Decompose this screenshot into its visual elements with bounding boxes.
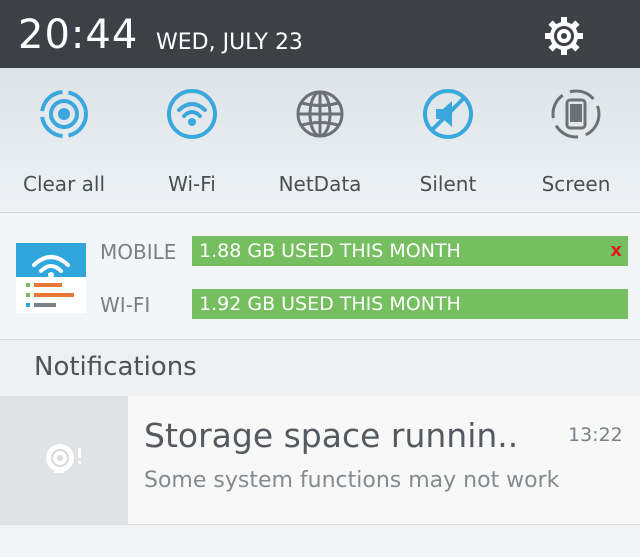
storage-warning-icon	[36, 436, 88, 480]
notification-icon-area	[0, 396, 128, 524]
panel-bottom	[0, 525, 640, 557]
wifi-usage-text: 1.92 GB USED THIS MONTH	[199, 293, 461, 315]
screen-rotate-icon	[550, 88, 602, 140]
wifi-toggle[interactable]: Wi-Fi	[128, 82, 256, 202]
data-usage-widget[interactable]: MOBILE 1.88 GB USED THIS MONTH x WI-FI 1…	[0, 213, 640, 340]
quick-settings-panel: Clear all Wi-Fi NetData Silent Screen	[0, 68, 640, 213]
close-icon[interactable]: x	[610, 236, 622, 266]
screen-rotation-toggle[interactable]: Screen	[512, 82, 640, 202]
mobile-usage-text: 1.88 GB USED THIS MONTH	[199, 240, 461, 262]
status-bar: 20:44 WED, JULY 23	[0, 0, 640, 68]
silent-toggle[interactable]: Silent	[384, 82, 512, 202]
notifications-header: Notifications	[0, 340, 640, 396]
wifi-icon	[166, 88, 218, 140]
clear-all-icon	[38, 88, 90, 140]
data-usage-app-icon	[16, 243, 86, 313]
wifi-usage-bar: 1.92 GB USED THIS MONTH	[192, 289, 628, 319]
notification-title: Storage space runnin..	[144, 416, 519, 455]
globe-icon	[294, 88, 346, 140]
toggle-label: Wi-Fi	[168, 172, 216, 196]
netdata-toggle[interactable]: NetData	[256, 82, 384, 202]
notification-body: Some system functions may not work	[144, 468, 560, 493]
notifications-title: Notifications	[34, 352, 197, 382]
toggle-label: Silent	[419, 172, 477, 196]
toggle-label: NetData	[278, 172, 362, 196]
notification-time: 13:22	[568, 424, 623, 446]
clock-time: 20:44	[18, 12, 139, 58]
clear-all-toggle[interactable]: Clear all	[0, 82, 128, 202]
date-label: WED, JULY 23	[156, 30, 303, 55]
mobile-usage-bar: 1.88 GB USED THIS MONTH x	[192, 236, 628, 266]
notification-item[interactable]: Storage space runnin.. 13:22 Some system…	[0, 396, 640, 525]
mobile-label: MOBILE	[100, 240, 177, 264]
gear-icon[interactable]	[542, 14, 586, 58]
wifi-label: WI-FI	[100, 293, 151, 317]
silent-icon	[422, 88, 474, 140]
toggle-label: Clear all	[22, 172, 106, 196]
toggle-label: Screen	[541, 172, 611, 196]
